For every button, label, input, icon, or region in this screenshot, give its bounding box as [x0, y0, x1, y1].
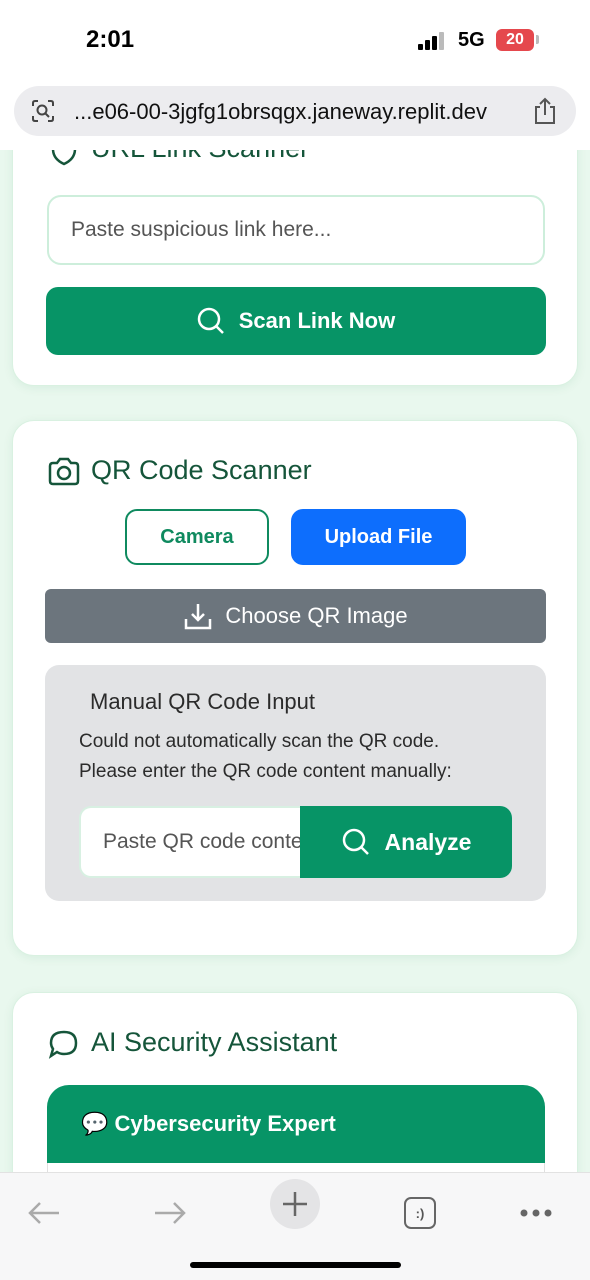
- ai-assistant-card: AI Security Assistant 💬 Cybersecurity Ex…: [12, 992, 578, 1172]
- network-label: 5G: [458, 29, 485, 51]
- choose-qr-label: Choose QR Image: [225, 603, 408, 628]
- battery-cap: [536, 35, 539, 44]
- manual-line-1: Could not automatically scan the QR code…: [79, 731, 440, 752]
- analyze-label: Analyze: [384, 828, 472, 855]
- search-icon: [197, 307, 224, 334]
- status-time: 2:01: [86, 26, 135, 53]
- manual-description: Could not automatically scan the QR code…: [79, 727, 452, 787]
- home-indicator: [190, 1262, 401, 1268]
- url-text[interactable]: ...e06-00-3jgfg1obrsqgx.janeway.replit.d…: [74, 99, 487, 125]
- link-input[interactable]: Paste suspicious link here...: [47, 195, 545, 265]
- chat-panel-header: 💬 Cybersecurity Expert: [47, 1085, 545, 1172]
- tabs-icon-label: :): [404, 1197, 436, 1229]
- battery-icon: 20: [496, 29, 534, 51]
- more-options-icon[interactable]: [518, 1183, 554, 1243]
- manual-input-panel: Manual QR Code Input Could not automatic…: [45, 665, 546, 901]
- search-icon: [342, 828, 369, 855]
- chat-panel-body: [47, 1163, 545, 1172]
- new-tab-icon[interactable]: [270, 1179, 320, 1229]
- shield-icon: [51, 150, 77, 166]
- url-scanner-title: URL Link Scanner: [91, 150, 309, 164]
- chat-panel-title: 💬 Cybersecurity Expert: [81, 1111, 336, 1136]
- download-icon: [185, 604, 212, 630]
- scan-link-button[interactable]: Scan Link Now: [46, 287, 546, 355]
- page-lens-icon[interactable]: [30, 98, 56, 124]
- forward-icon[interactable]: [148, 1183, 192, 1243]
- manual-title: Manual QR Code Input: [90, 689, 316, 714]
- chat-bubble-icon: [48, 1030, 78, 1059]
- scan-link-label: Scan Link Now: [238, 308, 396, 333]
- address-bar[interactable]: ...e06-00-3jgfg1obrsqgx.janeway.replit.d…: [14, 86, 576, 136]
- tabs-button[interactable]: :): [402, 1183, 438, 1243]
- page-content: URL Link Scanner Paste suspicious link h…: [0, 150, 590, 1172]
- status-bar: 2:01 5G 20: [0, 0, 590, 82]
- qr-scanner-card: QR Code Scanner Camera Upload File Choos…: [12, 420, 578, 956]
- tab-camera[interactable]: Camera: [125, 509, 269, 565]
- qr-scanner-title: QR Code Scanner: [91, 455, 312, 485]
- back-icon[interactable]: [22, 1183, 66, 1243]
- tab-upload-file[interactable]: Upload File: [291, 509, 466, 565]
- analyze-button[interactable]: Analyze: [300, 806, 512, 878]
- choose-qr-image-button[interactable]: Choose QR Image: [45, 589, 546, 643]
- manual-line-2: Please enter the QR code content manuall…: [79, 761, 452, 782]
- signal-icon: [418, 32, 448, 50]
- camera-icon: [48, 457, 80, 486]
- url-scanner-card: URL Link Scanner Paste suspicious link h…: [12, 150, 578, 386]
- ai-assistant-title: AI Security Assistant: [91, 1027, 338, 1057]
- qr-content-input[interactable]: Paste QR code content: [79, 806, 301, 878]
- share-icon[interactable]: [532, 96, 558, 126]
